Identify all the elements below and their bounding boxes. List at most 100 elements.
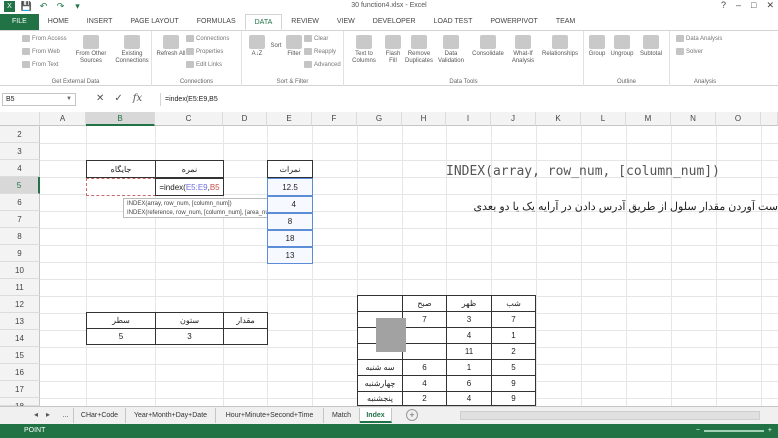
solver-button[interactable]: Solver [676, 48, 703, 55]
cell-g18[interactable]: پنجشنبه [357, 391, 403, 406]
cell-j12[interactable]: شب [491, 295, 536, 312]
column-header[interactable]: K [536, 112, 581, 126]
row-header[interactable]: 10 [0, 262, 40, 279]
column-header[interactable]: H [402, 112, 446, 126]
row-header[interactable]: 7 [0, 211, 40, 228]
cancel-icon[interactable]: ✕ [96, 93, 104, 104]
close-button[interactable]: ✕ [766, 0, 774, 11]
row-header[interactable]: 16 [0, 364, 40, 381]
select-all-corner[interactable] [0, 112, 40, 126]
tab-review[interactable]: REVIEW [282, 14, 328, 30]
what-if-analysis-button[interactable]: What-If Analysis [508, 35, 538, 65]
cell-j14[interactable]: 1 [491, 327, 536, 344]
help-button[interactable]: ? [721, 0, 726, 11]
cell-i16[interactable]: 1 [446, 359, 492, 376]
remove-duplicates-button[interactable]: Remove Duplicates [404, 35, 434, 65]
tooltip-line-1[interactable]: INDEX(array, row_num, [column_num]) [127, 200, 285, 209]
cell-g12[interactable] [357, 295, 403, 312]
cell-b5[interactable] [86, 178, 156, 196]
cell-c5[interactable]: =index(E5:E9, B5 [155, 178, 224, 196]
scroll-right-icon[interactable]: ▸ [46, 410, 50, 419]
column-header[interactable] [761, 112, 778, 126]
cell-e9[interactable]: 13 [267, 247, 313, 264]
cell-h12[interactable]: صبح [402, 295, 447, 312]
row-header[interactable]: 5 [0, 177, 40, 194]
tab-home[interactable]: HOME [39, 14, 78, 30]
tab-data[interactable]: DATA [244, 14, 283, 30]
formula-input[interactable]: =index(E5:E9,B5 [160, 93, 774, 106]
zoom-out-icon[interactable]: − [696, 424, 700, 438]
cell-j18[interactable]: 9 [491, 391, 536, 406]
cell-i13[interactable]: 3 [446, 311, 492, 328]
row-header[interactable]: 17 [0, 381, 40, 398]
sheet-tab-hour-minute-second-time[interactable]: Hour+Minute+Second+Time [216, 408, 324, 423]
cell-h13[interactable]: 7 [402, 311, 447, 328]
sort-az-button[interactable]: A↓Z [248, 35, 266, 58]
cell-j17[interactable]: 9 [491, 375, 536, 392]
add-sheet-icon[interactable]: + [406, 409, 418, 421]
column-header[interactable]: D [223, 112, 267, 126]
sheet-tab-index[interactable]: Index [360, 408, 392, 423]
tooltip-line-2[interactable]: INDEX(reference, row_num, [column_num], … [127, 209, 285, 218]
tab-developer[interactable]: DEVELOPER [364, 14, 425, 30]
filter-button[interactable]: Filter [284, 35, 304, 58]
sort-button[interactable]: Sort [268, 43, 284, 50]
cell-d14[interactable] [223, 328, 268, 345]
insert-function-icon[interactable]: fx [133, 93, 142, 104]
column-header[interactable]: N [671, 112, 716, 126]
row-header[interactable]: 4 [0, 160, 40, 177]
cell-i14[interactable]: 4 [446, 327, 492, 344]
existing-connections-button[interactable]: Existing Connections [114, 35, 150, 65]
sheet-tab-more[interactable]: ... [58, 408, 74, 423]
tab-file[interactable]: FILE [0, 14, 39, 30]
tab-powerpivot[interactable]: POWERPIVOT [481, 14, 546, 30]
cell-i17[interactable]: 6 [446, 375, 492, 392]
cell-j13[interactable]: 7 [491, 311, 536, 328]
column-header[interactable]: C [155, 112, 223, 126]
row-header[interactable]: 3 [0, 143, 40, 160]
zoom-slider[interactable] [703, 430, 764, 432]
from-web-button[interactable]: From Web [22, 48, 60, 55]
flash-fill-button[interactable]: Flash Fill [382, 35, 404, 65]
sheet-tab-match[interactable]: Match [324, 408, 360, 423]
cell-e8[interactable]: 18 [267, 230, 313, 247]
tab-team[interactable]: TEAM [547, 14, 584, 30]
cell-h15[interactable] [402, 343, 447, 360]
from-text-button[interactable]: From Text [22, 61, 59, 68]
maximize-button[interactable]: □ [751, 0, 756, 11]
row-header[interactable]: 11 [0, 279, 40, 296]
from-other-sources-button[interactable]: From Other Sources [74, 35, 108, 65]
edit-links-button[interactable]: Edit Links [186, 61, 222, 68]
tab-formulas[interactable]: FORMULAS [188, 14, 245, 30]
row-header[interactable]: 9 [0, 245, 40, 262]
cell-c13[interactable]: ستون [155, 312, 224, 329]
consolidate-button[interactable]: Consolidate [468, 35, 508, 58]
chevron-down-icon[interactable]: ▼ [66, 94, 72, 105]
column-header[interactable]: I [446, 112, 491, 126]
tab-view[interactable]: VIEW [328, 14, 364, 30]
cell-i12[interactable]: ظهر [446, 295, 492, 312]
cell-i15[interactable]: 11 [446, 343, 492, 360]
tab-insert[interactable]: INSERT [78, 14, 122, 30]
horizontal-scrollbar[interactable] [460, 411, 760, 420]
cell-b14[interactable]: 5 [86, 328, 156, 345]
properties-button[interactable]: Properties [186, 48, 223, 55]
cell-c4[interactable]: نمره [155, 160, 224, 178]
cell-h17[interactable]: 4 [402, 375, 447, 392]
cell-b13[interactable]: سطر [86, 312, 156, 329]
text-to-columns-button[interactable]: Text to Columns [348, 35, 380, 65]
column-header[interactable]: A [40, 112, 86, 126]
row-header[interactable]: 13 [0, 313, 40, 330]
cell-h18[interactable]: 2 [402, 391, 447, 406]
cell-g16[interactable]: سه شنبه [357, 359, 403, 376]
column-header[interactable]: F [312, 112, 357, 126]
relationships-button[interactable]: Relationships [538, 35, 582, 58]
column-header[interactable]: O [716, 112, 761, 126]
cell-d13[interactable]: مقدار [223, 312, 268, 329]
reapply-button[interactable]: Reapply [304, 48, 336, 55]
cell-e7[interactable]: 8 [267, 213, 313, 230]
from-access-button[interactable]: From Access [22, 35, 67, 42]
tab-page-layout[interactable]: PAGE LAYOUT [121, 14, 187, 30]
cell-h14[interactable] [402, 327, 447, 344]
cell-b4[interactable]: جایگاه [86, 160, 156, 178]
